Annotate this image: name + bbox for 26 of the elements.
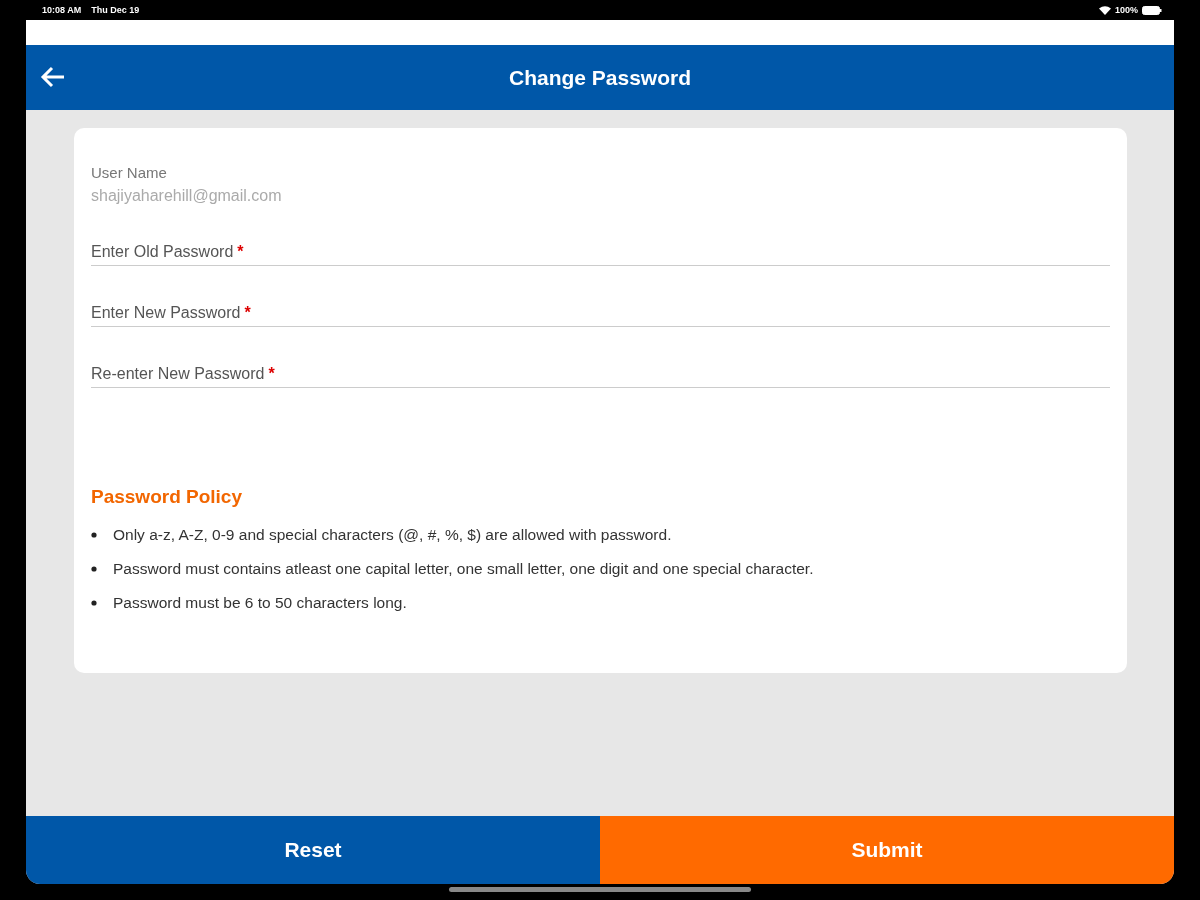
back-arrow-icon [40, 65, 66, 89]
field-placeholder: Enter New Password [91, 304, 241, 322]
wifi-icon [1098, 5, 1111, 15]
required-mark: * [244, 304, 251, 322]
status-date: Thu Dec 19 [91, 5, 140, 15]
field-value: shajiyaharehill@gmail.com [91, 187, 282, 205]
password-field[interactable]: Re-enter New Password * [91, 357, 1110, 388]
policy-rule: Password must contains atleast one capital letter, one small letter, one digit and one special character. [113, 560, 814, 578]
status-time: 10:08 AM [42, 5, 82, 15]
policy-rule: Password must be 6 to 50 characters long. [113, 594, 407, 612]
bullet-icon [91, 600, 97, 606]
field-placeholder: Re-enter New Password [91, 365, 265, 383]
field-label: User Name [91, 164, 167, 181]
required-mark: * [237, 243, 244, 261]
page-title: Change Password [508, 65, 692, 90]
battery-icon [1142, 5, 1162, 15]
bullet-icon [91, 566, 97, 572]
policy-title: Password Policy [91, 486, 242, 508]
required-mark: * [268, 365, 275, 383]
bullet-icon [91, 532, 97, 538]
reset-button[interactable]: Reset [26, 816, 600, 884]
password-field[interactable]: Enter Old Password * [91, 235, 1110, 266]
battery-percent: 100% [1114, 5, 1138, 15]
field-placeholder: Enter Old Password [91, 243, 234, 261]
password-field[interactable]: Enter New Password * [91, 296, 1110, 327]
policy-rule: Only a-z, A-Z, 0-9 and special characters (@, #, %, $) are allowed with password. [113, 526, 672, 544]
